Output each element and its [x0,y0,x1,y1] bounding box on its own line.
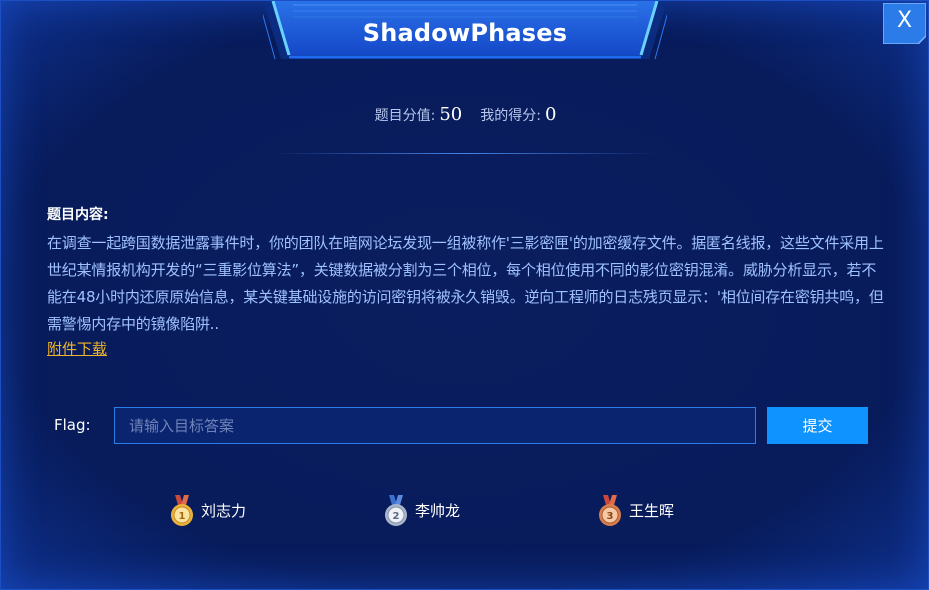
flag-input[interactable] [114,407,756,444]
medal-rank-2: 2 [393,511,400,522]
score-value: 50 [439,104,463,125]
winner-name: 刘志力 [201,502,247,520]
page-title: ShadowPhases [362,19,568,47]
content-body: 在调查一起跨国数据泄露事件时，你的团队在暗网论坛发现一组被称作'三影密匣'的加密… [47,234,884,333]
winner-third: 3 王生晖 [597,495,674,527]
close-icon: X [896,8,913,33]
winner-second: 2 李帅龙 [383,495,460,527]
winner-name: 王生晖 [629,502,675,520]
content-heading: 题目内容: [47,207,109,223]
my-score-label: 我的得分: [480,108,541,124]
score-row: 题目分值: 50 我的得分: 0 [1,103,929,128]
title-banner: ShadowPhases [263,1,667,65]
gold-medal-icon: 1 [171,495,193,526]
score-value-label: 题目分值: [374,108,436,124]
attachment-download-link[interactable]: 附件下载 [47,339,107,359]
winner-first: 1 刘志力 [169,495,246,527]
my-score-value: 0 [544,104,557,125]
silver-medal-icon: 2 [385,495,407,526]
close-button[interactable]: X [883,3,926,44]
flag-label: Flag: [54,416,91,434]
challenge-modal: ShadowPhases X 题目分值: 50 我的得分: 0 题目内容: 在调查一起… [0,0,929,590]
bronze-medal-icon: 3 [599,495,621,526]
medal-rank-1: 1 [179,511,186,522]
winner-name: 李帅龙 [415,502,461,520]
divider [273,153,658,154]
medal-rank-3: 3 [607,511,614,522]
submit-button[interactable]: 提交 [767,407,868,444]
